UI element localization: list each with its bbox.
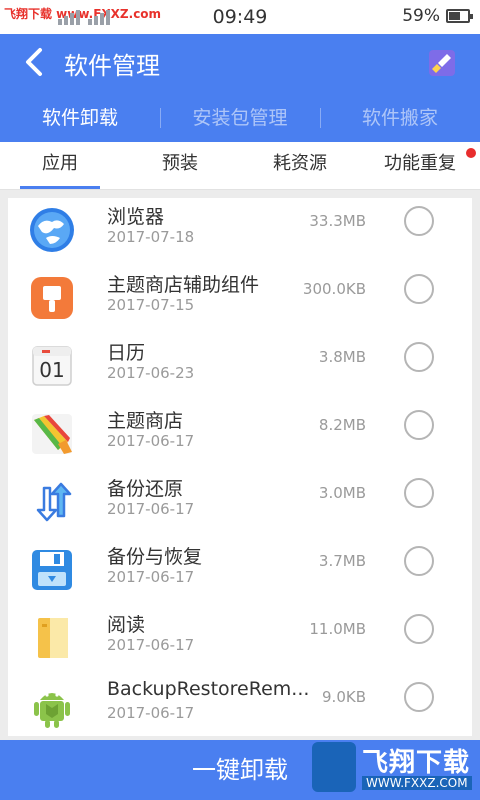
app-date: 2017-06-17 (107, 704, 195, 722)
list-item[interactable]: 阅读 2017-06-17 11.0MB (8, 606, 472, 674)
subtab-apps[interactable]: 应用 (0, 142, 120, 189)
watermark-logo: 飞翔下载 WWW.FXXZ.COM (312, 740, 472, 798)
app-date: 2017-06-17 (107, 636, 195, 654)
select-checkbox[interactable] (404, 682, 434, 712)
app-name: 日历 (107, 342, 146, 364)
android-icon (28, 682, 76, 730)
reader-icon (28, 614, 76, 662)
app-date: 2017-06-17 (107, 432, 195, 450)
select-checkbox[interactable] (404, 206, 434, 236)
app-size: 11.0MB (309, 620, 366, 638)
broom-icon (429, 50, 455, 76)
bottom-bar: 一键卸载 飞翔下载 WWW.FXXZ.COM (0, 740, 480, 800)
app-size: 3.8MB (318, 348, 366, 366)
back-button[interactable] (18, 46, 54, 78)
tab-app-move[interactable]: 软件搬家 (320, 96, 480, 140)
app-name: 备份与恢复 (107, 546, 203, 568)
calendar-icon: 01 (28, 342, 76, 390)
chevron-left-icon (26, 48, 42, 76)
app-date: 2017-06-23 (107, 364, 195, 382)
logo-mark (312, 742, 356, 792)
battery-icon (446, 9, 473, 23)
theme-store-icon (28, 410, 76, 458)
app-size: 33.3MB (309, 212, 366, 230)
tab-uninstall[interactable]: 软件卸载 (0, 96, 160, 140)
app-name: 主题商店辅助组件 (107, 274, 260, 296)
list-item[interactable]: 01 日历 2017-06-23 3.8MB (8, 334, 472, 402)
subtab-resource-heavy[interactable]: 耗资源 (240, 142, 360, 189)
select-checkbox[interactable] (404, 342, 434, 372)
page-title: 软件管理 (64, 52, 160, 80)
top-tabs: 软件卸载 安装包管理 软件搬家 (0, 96, 480, 140)
calendar-day: 01 (39, 358, 65, 382)
list-item[interactable]: 浏览器 2017-07-18 33.3MB (8, 198, 472, 266)
app-header: 软件管理 软件卸载 安装包管理 软件搬家 (0, 34, 480, 142)
app-size: 3.0MB (318, 484, 366, 502)
app-size: 3.7MB (318, 552, 366, 570)
select-checkbox[interactable] (404, 614, 434, 644)
select-checkbox[interactable] (404, 410, 434, 440)
tab-package-manage[interactable]: 安装包管理 (160, 96, 320, 140)
select-checkbox[interactable] (404, 478, 434, 508)
backup-recover-icon (28, 546, 76, 594)
app-name: 主题商店 (107, 410, 184, 432)
app-date: 2017-06-17 (107, 500, 195, 518)
subtab-preinstalled[interactable]: 预装 (120, 142, 240, 189)
list-item[interactable]: 备份还原 2017-06-17 3.0MB (8, 470, 472, 538)
select-checkbox[interactable] (404, 546, 434, 576)
clean-button[interactable] (428, 49, 456, 77)
browser-icon (28, 206, 76, 254)
list-item[interactable]: 备份与恢复 2017-06-17 3.7MB (8, 538, 472, 606)
app-size: 300.0KB (302, 280, 366, 298)
app-date: 2017-07-15 (107, 296, 195, 314)
sub-tabs: 应用 预装 耗资源 功能重复 (0, 142, 480, 190)
app-name: 阅读 (107, 614, 146, 636)
list-item[interactable]: 主题商店 2017-06-17 8.2MB (8, 402, 472, 470)
watermark-title: 飞翔下载 (362, 748, 471, 778)
theme-helper-icon (28, 274, 76, 322)
notification-dot (466, 148, 476, 158)
app-size: 9.0KB (322, 688, 366, 706)
list-item[interactable]: 主题商店辅助组件 2017-07-15 300.0KB (8, 266, 472, 334)
app-name: BackupRestoreRem... (107, 678, 310, 700)
subtab-duplicate-label: 功能重复 (384, 153, 456, 174)
app-name: 备份还原 (107, 478, 184, 500)
subtab-duplicate-function[interactable]: 功能重复 (360, 142, 480, 189)
list-item[interactable]: BackupRestoreRem... 2017-06-17 9.0KB (8, 674, 472, 736)
app-date: 2017-07-18 (107, 228, 195, 246)
select-checkbox[interactable] (404, 274, 434, 304)
app-list: 浏览器 2017-07-18 33.3MB 主题商店辅助组件 2017-07-1… (8, 198, 472, 736)
backup-restore-icon (28, 478, 76, 526)
status-bar: 飞翔下载 www.FXXZ.com 09:49 59% (0, 0, 480, 34)
app-size: 8.2MB (318, 416, 366, 434)
watermark-url: WWW.FXXZ.COM (362, 776, 472, 790)
app-date: 2017-06-17 (107, 568, 195, 586)
app-name: 浏览器 (107, 206, 165, 228)
battery-percent: 59% (402, 6, 440, 26)
